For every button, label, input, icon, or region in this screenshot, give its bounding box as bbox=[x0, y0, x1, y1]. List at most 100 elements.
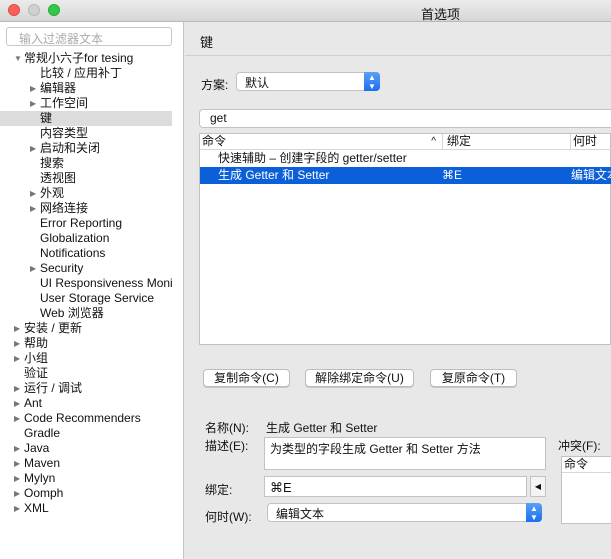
tree-item[interactable]: 搜索 bbox=[0, 156, 172, 171]
tree-item[interactable]: ▶ 工作空间 bbox=[0, 96, 172, 111]
table-row-selected[interactable]: 生成 Getter 和 Setter ⌘E 编辑文本 bbox=[200, 167, 611, 184]
disclosure-collapsed-icon[interactable]: ▶ bbox=[30, 141, 36, 156]
disclosure-collapsed-icon[interactable]: ▶ bbox=[14, 321, 20, 336]
tree-item[interactable]: ▶ 运行 / 调试 bbox=[0, 381, 172, 396]
command-search-input[interactable]: get bbox=[199, 109, 611, 128]
tree-item-label: Maven bbox=[24, 456, 61, 470]
tree-item-label: 内容类型 bbox=[40, 126, 89, 140]
tree-item[interactable]: UI Responsiveness Monit bbox=[0, 276, 172, 291]
tree-item[interactable]: ▶ XML bbox=[0, 501, 172, 516]
tree-item-label: 常规小六子for tesing bbox=[24, 51, 134, 65]
tree-item[interactable]: Gradle bbox=[0, 426, 172, 441]
binding-menu-button[interactable]: ◀ bbox=[530, 476, 546, 497]
when-cell: 编辑文本 bbox=[571, 168, 611, 182]
disclosure-collapsed-icon[interactable]: ▶ bbox=[30, 96, 36, 111]
column-header-when[interactable]: 何时 bbox=[570, 134, 611, 150]
tree-item[interactable]: ▼ 常规小六子for tesing bbox=[0, 51, 172, 66]
column-header-binding[interactable]: 绑定 bbox=[442, 134, 570, 150]
disclosure-collapsed-icon[interactable]: ▶ bbox=[14, 486, 20, 501]
tree-item[interactable]: ▶ Ant bbox=[0, 396, 172, 411]
tree-item[interactable]: Globalization bbox=[0, 231, 172, 246]
tree-item-label: Oomph bbox=[24, 486, 64, 500]
tree-item[interactable]: ▶ 编辑器 bbox=[0, 81, 172, 96]
binding-label: 绑定: bbox=[205, 483, 233, 497]
tree-item[interactable]: Notifications bbox=[0, 246, 172, 261]
tree-item[interactable]: ▶ 小组 bbox=[0, 351, 172, 366]
disclosure-collapsed-icon[interactable]: ▶ bbox=[14, 501, 20, 516]
tree-item-selected[interactable]: 键 bbox=[0, 111, 172, 126]
main-panel: 键 方案: 默认 ▲ ▼ get 命令 ^ 绑定 何时 快速辅助 – 创建字段的 g… bbox=[185, 22, 611, 559]
filter-input[interactable]: 输入过滤器文本 bbox=[6, 27, 172, 46]
binding-field[interactable]: ⌘E bbox=[264, 476, 527, 497]
tree-item[interactable]: ▶ Java bbox=[0, 441, 172, 456]
tree-item[interactable]: ▶ 外观 bbox=[0, 186, 172, 201]
tree-item-label: 验证 bbox=[24, 366, 49, 380]
tree-item[interactable]: ▶ Maven bbox=[0, 456, 172, 471]
restore-command-button[interactable]: 复原命令(T) bbox=[430, 369, 517, 387]
when-select[interactable]: 编辑文本 ▲ ▼ bbox=[267, 503, 542, 522]
command-cell: 生成 Getter 和 Setter bbox=[218, 168, 330, 182]
tree-item[interactable]: 验证 bbox=[0, 366, 172, 381]
name-label: 名称(N): bbox=[205, 421, 249, 435]
disclosure-collapsed-icon[interactable]: ▶ bbox=[14, 471, 20, 486]
tree-item-label: Code Recommenders bbox=[24, 411, 141, 425]
tree-item[interactable]: ▶ 安装 / 更新 bbox=[0, 321, 172, 336]
scheme-label: 方案: bbox=[201, 78, 229, 92]
disclosure-collapsed-icon[interactable]: ▶ bbox=[30, 201, 36, 216]
description-field[interactable]: 为类型的字段生成 Getter 和 Setter 方法 bbox=[264, 437, 546, 470]
when-value: 编辑文本 bbox=[276, 507, 325, 521]
disclosure-collapsed-icon[interactable]: ▶ bbox=[14, 441, 20, 456]
tree-item-label: Web 浏览器 bbox=[40, 306, 104, 320]
tree-item-label: 搜索 bbox=[40, 156, 65, 170]
page-title: 键 bbox=[185, 22, 611, 56]
tree-item-label: 比较 / 应用补丁 bbox=[40, 66, 123, 80]
unbind-command-button[interactable]: 解除绑定命令(U) bbox=[305, 369, 414, 387]
tree-item-label: UI Responsiveness Monit bbox=[40, 276, 172, 290]
tree-item[interactable]: Error Reporting bbox=[0, 216, 172, 231]
disclosure-collapsed-icon[interactable]: ▶ bbox=[14, 381, 20, 396]
column-label: 命令 bbox=[202, 134, 227, 148]
disclosure-collapsed-icon[interactable]: ▶ bbox=[14, 456, 20, 471]
chevron-updown-icon: ▲ ▼ bbox=[364, 72, 380, 91]
scheme-value: 默认 bbox=[245, 76, 270, 90]
tree-item[interactable]: 内容类型 bbox=[0, 126, 172, 141]
tree-item-label: 外观 bbox=[40, 186, 65, 200]
tree-item-label: XML bbox=[24, 501, 49, 515]
tree-item[interactable]: User Storage Service bbox=[0, 291, 172, 306]
tree-item[interactable]: 透视图 bbox=[0, 171, 172, 186]
tree-item-label: 小组 bbox=[24, 351, 49, 365]
copy-command-button[interactable]: 复制命令(C) bbox=[203, 369, 290, 387]
tree-item[interactable]: ▶ 启动和关闭 bbox=[0, 141, 172, 156]
disclosure-collapsed-icon[interactable]: ▶ bbox=[30, 261, 36, 276]
tree-item-label: Gradle bbox=[24, 426, 61, 440]
sidebar: 输入过滤器文本 ▼ 常规小六子for tesing 比较 / 应用补丁 ▶ 编辑器 ▶ 工作… bbox=[0, 22, 184, 559]
disclosure-collapsed-icon[interactable]: ▶ bbox=[14, 411, 20, 426]
disclosure-expanded-icon[interactable]: ▼ bbox=[14, 51, 22, 66]
tree-item-label: 帮助 bbox=[24, 336, 49, 350]
disclosure-collapsed-icon[interactable]: ▶ bbox=[14, 336, 20, 351]
scheme-select[interactable]: 默认 ▲ ▼ bbox=[236, 72, 380, 91]
table-row[interactable]: 快速辅助 – 创建字段的 getter/setter bbox=[200, 150, 611, 167]
tree-item-label: Notifications bbox=[40, 246, 106, 260]
conflicts-table: 命令 bbox=[561, 456, 611, 524]
tree-item[interactable]: ▶ 帮助 bbox=[0, 336, 172, 351]
tree-item[interactable]: ▶ Oomph bbox=[0, 486, 172, 501]
title-bar: 首选项 bbox=[0, 0, 611, 22]
tree-item[interactable]: 比较 / 应用补丁 bbox=[0, 66, 172, 81]
conflicts-column-header[interactable]: 命令 bbox=[562, 457, 611, 473]
tree-item-label: 透视图 bbox=[40, 171, 77, 185]
tree-item-label: Globalization bbox=[40, 231, 110, 245]
tree-item[interactable]: ▶ 网络连接 bbox=[0, 201, 172, 216]
tree-item-label: User Storage Service bbox=[40, 291, 155, 305]
tree-item[interactable]: ▶ Mylyn bbox=[0, 471, 172, 486]
disclosure-collapsed-icon[interactable]: ▶ bbox=[30, 81, 36, 96]
tree-item[interactable]: Web 浏览器 bbox=[0, 306, 172, 321]
disclosure-collapsed-icon[interactable]: ▶ bbox=[14, 351, 20, 366]
triangle-left-icon: ◀ bbox=[534, 482, 542, 491]
column-header-command[interactable]: 命令 ^ bbox=[200, 134, 442, 150]
tree-item[interactable]: ▶ Security bbox=[0, 261, 172, 276]
disclosure-collapsed-icon[interactable]: ▶ bbox=[30, 186, 36, 201]
disclosure-collapsed-icon[interactable]: ▶ bbox=[14, 396, 20, 411]
tree-item[interactable]: ▶ Code Recommenders bbox=[0, 411, 172, 426]
tree-item-label: 运行 / 调试 bbox=[24, 381, 83, 395]
